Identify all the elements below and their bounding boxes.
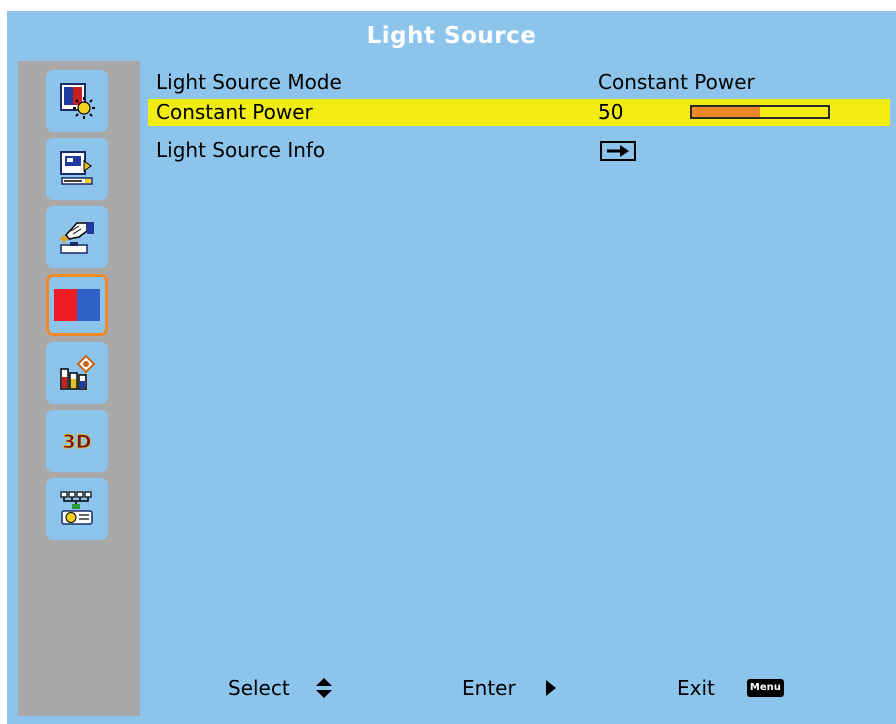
menu-row-constant-power[interactable]: Constant Power 50 bbox=[148, 99, 890, 126]
information-icon bbox=[60, 354, 96, 390]
sidebar: 3D bbox=[18, 61, 140, 716]
display-settings-icon bbox=[60, 151, 93, 185]
footer-select: Select bbox=[228, 674, 334, 702]
row-label: Light Source Info bbox=[156, 138, 326, 162]
color-options-icon bbox=[54, 289, 100, 321]
title-bar: Light Source bbox=[7, 11, 896, 61]
3d-icon: 3D bbox=[62, 431, 92, 454]
sidebar-item-setup[interactable] bbox=[46, 206, 108, 268]
sidebar-item-display[interactable] bbox=[46, 138, 108, 200]
up-down-arrows-icon bbox=[315, 678, 332, 698]
picture-settings-icon bbox=[60, 83, 95, 119]
enter-label: Enter bbox=[462, 676, 516, 700]
sidebar-item-information[interactable] bbox=[46, 342, 108, 404]
right-arrow-icon bbox=[545, 680, 556, 696]
constant-power-slider[interactable] bbox=[690, 105, 830, 119]
menu-row-light-source-mode[interactable]: Light Source Mode Constant Power bbox=[148, 69, 890, 96]
row-label: Light Source Mode bbox=[156, 70, 342, 94]
row-value: Constant Power bbox=[598, 70, 755, 94]
sidebar-item-picture[interactable] bbox=[46, 70, 108, 132]
enter-arrow-icon[interactable] bbox=[600, 141, 636, 161]
select-label: Select bbox=[228, 676, 290, 700]
sidebar-item-color[interactable] bbox=[46, 274, 108, 336]
footer-exit: Exit Menu bbox=[677, 674, 784, 702]
svg-text:3D: 3D bbox=[63, 431, 92, 453]
footer-enter: Enter bbox=[462, 674, 558, 702]
network-icon bbox=[60, 491, 93, 525]
slider-fill bbox=[692, 107, 760, 117]
menu-key-icon: Menu bbox=[746, 679, 784, 697]
sidebar-item-3d[interactable]: 3D bbox=[46, 410, 108, 472]
row-value: 50 bbox=[598, 100, 624, 124]
osd-menu-window: Light Source 3D Light Source Mode Consta… bbox=[7, 11, 896, 724]
row-label: Constant Power bbox=[156, 100, 313, 124]
setup-icon bbox=[59, 222, 94, 254]
sidebar-item-network[interactable] bbox=[46, 478, 108, 540]
page-title: Light Source bbox=[366, 23, 537, 49]
menu-row-light-source-info[interactable]: Light Source Info bbox=[148, 137, 890, 164]
exit-label: Exit bbox=[677, 676, 715, 700]
